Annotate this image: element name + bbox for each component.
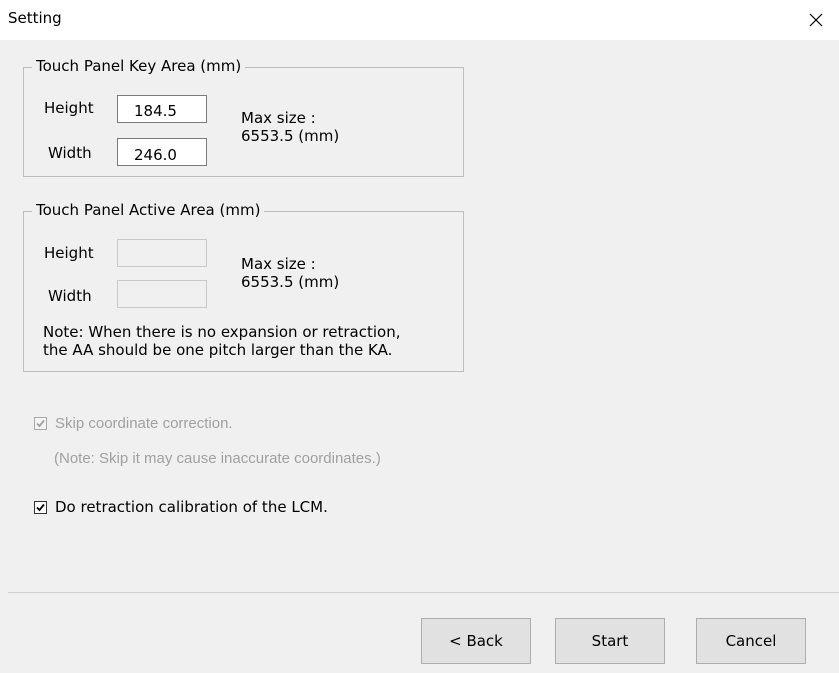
close-icon: [809, 13, 823, 27]
back-button[interactable]: < Back: [421, 618, 531, 664]
cancel-button[interactable]: Cancel: [696, 618, 806, 664]
key-area-group: Touch Panel Key Area (mm) Height Width M…: [23, 57, 464, 177]
dialog-body: Touch Panel Key Area (mm) Height Width M…: [0, 40, 839, 632]
active-area-group: Touch Panel Active Area (mm) Height Widt…: [23, 201, 464, 372]
skip-correction-note: (Note: Skip it may cause inaccurate coor…: [54, 450, 381, 467]
key-area-max-value: 6553.5 (mm): [241, 127, 340, 145]
skip-correction-checkbox-row: Skip coordinate correction.: [34, 415, 233, 432]
button-bar: < Back Start Cancel: [8, 592, 839, 673]
key-area-height-label: Height: [44, 99, 94, 117]
active-area-height-label: Height: [44, 244, 94, 262]
active-area-note-line2: the AA should be one pitch larger than t…: [43, 341, 393, 359]
active-area-max-label: Max size :: [241, 255, 316, 273]
active-area-note-line1: Note: When there is no expansion or retr…: [43, 323, 401, 341]
retraction-checkbox[interactable]: [34, 500, 47, 514]
checkmark-icon: [36, 503, 45, 511]
key-area-width-input[interactable]: [117, 138, 207, 166]
start-button[interactable]: Start: [555, 618, 665, 664]
title-bar: Setting: [0, 0, 839, 40]
retraction-label: Do retraction calibration of the LCM.: [55, 498, 328, 516]
active-area-width-label: Width: [48, 287, 92, 305]
active-area-width-input[interactable]: [117, 280, 207, 308]
key-area-max-label: Max size :: [241, 109, 316, 127]
retraction-checkbox-row: Do retraction calibration of the LCM.: [34, 498, 328, 516]
key-area-height-input[interactable]: [117, 95, 207, 123]
active-area-legend: Touch Panel Active Area (mm): [32, 201, 265, 219]
key-area-width-label: Width: [48, 144, 92, 162]
active-area-max-value: 6553.5 (mm): [241, 273, 340, 291]
checkmark-icon: [36, 419, 45, 428]
key-area-legend: Touch Panel Key Area (mm): [32, 57, 246, 75]
skip-correction-checkbox[interactable]: [34, 417, 47, 430]
skip-correction-label: Skip coordinate correction.: [55, 415, 233, 432]
close-button[interactable]: [793, 0, 839, 40]
active-area-height-input[interactable]: [117, 239, 207, 267]
window-title: Setting: [8, 9, 62, 27]
